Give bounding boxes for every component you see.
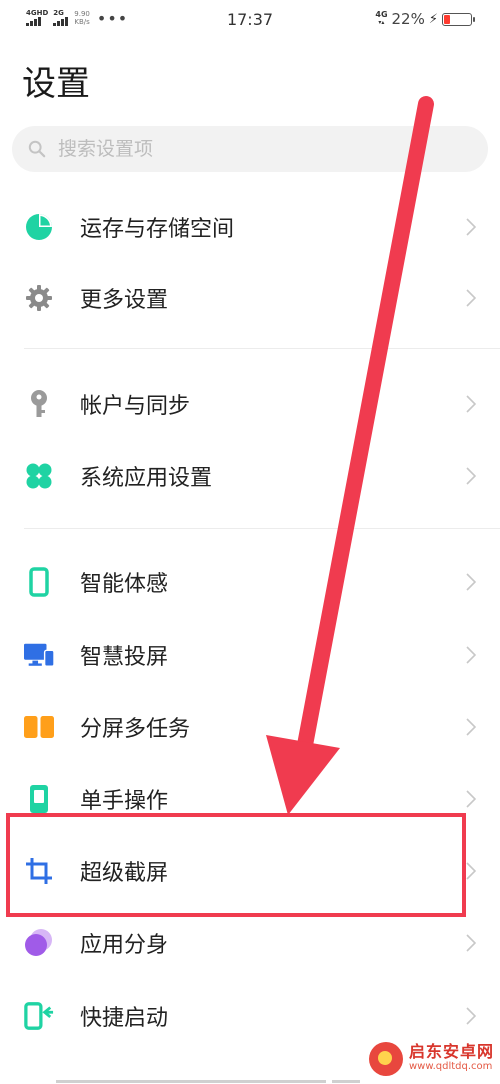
battery-icon [442, 12, 475, 26]
chevron-right-icon [466, 573, 476, 591]
settings-item-label: 更多设置 [80, 288, 169, 313]
watermark-url: www.qdltdq.com [408, 1061, 493, 1072]
app-clone-icon [24, 928, 54, 958]
battery-percent: 22% [391, 10, 425, 28]
chevron-right-icon [466, 218, 476, 236]
settings-item-screen-cast[interactable]: 智慧投屏 [0, 625, 500, 685]
phone-motion-icon [24, 567, 54, 597]
settings-item-app-clone[interactable]: 应用分身 [0, 913, 500, 973]
settings-item-split-screen[interactable]: 分屏多任务 [0, 697, 500, 757]
battery-fill [444, 14, 450, 24]
chevron-right-icon [466, 790, 476, 808]
settings-item-quick-launch[interactable]: 快捷启动 [0, 986, 500, 1046]
settings-item-label: 智能体感 [80, 572, 169, 597]
settings-item-label: 快捷启动 [80, 1006, 169, 1031]
settings-item-label: 运存与存储空间 [80, 217, 235, 242]
settings-item-label: 应用分身 [80, 933, 169, 958]
bottom-divider [332, 1080, 360, 1083]
key-icon [24, 389, 54, 419]
page-title: 设置 [22, 64, 90, 104]
quick-launch-icon [24, 1001, 54, 1031]
chevron-right-icon [466, 718, 476, 736]
settings-item-label: 单手操作 [80, 789, 169, 814]
settings-item-label: 系统应用设置 [80, 466, 213, 491]
search-bar[interactable] [12, 126, 488, 172]
net-label: 4G [375, 10, 388, 19]
screen-cast-icon [24, 640, 54, 670]
clover-icon [24, 461, 54, 491]
section-divider [24, 528, 500, 529]
storage-pie-icon [24, 212, 54, 242]
settings-item-label: 智慧投屏 [80, 645, 169, 670]
search-input[interactable] [56, 137, 440, 161]
chevron-right-icon [466, 395, 476, 413]
watermark: 启东安卓网 www.qdltdq.com [368, 1042, 494, 1076]
chevron-right-icon [466, 1007, 476, 1025]
settings-item-account[interactable]: 帐户与同步 [0, 374, 500, 434]
chevron-right-icon [466, 289, 476, 307]
watermark-logo-icon [368, 1042, 403, 1076]
watermark-text: 启东安卓网 www.qdltdq.com [409, 1044, 494, 1074]
bottom-divider [56, 1080, 326, 1083]
watermark-name: 启东安卓网 [408, 1042, 494, 1061]
chevron-right-icon [466, 646, 476, 664]
settings-item-system-apps[interactable]: 系统应用设置 [0, 446, 500, 506]
settings-item-more[interactable]: 更多设置 [0, 268, 500, 328]
mobile-data-icon: 4G ▾▴ [375, 10, 388, 27]
settings-item-smart-motion[interactable]: 智能体感 [0, 552, 500, 612]
charging-icon: ⚡ [428, 11, 438, 27]
search-icon [28, 140, 46, 158]
highlight-box [6, 813, 466, 917]
settings-item-label: 分屏多任务 [80, 717, 191, 742]
settings-item-label: 帐户与同步 [80, 394, 191, 419]
chevron-right-icon [466, 862, 476, 880]
one-hand-icon [24, 784, 54, 814]
status-right: 4G ▾▴ 22% ⚡ [375, 10, 475, 28]
section-divider [24, 348, 500, 349]
split-screen-icon [24, 712, 54, 742]
chevron-right-icon [466, 467, 476, 485]
status-bar: 4GHD 2G 9.90 KB/s ••• 17:37 4G ▾▴ 22% ⚡ [0, 0, 500, 40]
chevron-right-icon [466, 934, 476, 952]
settings-item-storage[interactable]: 运存与存储空间 [0, 197, 500, 257]
gear-icon [24, 283, 54, 313]
